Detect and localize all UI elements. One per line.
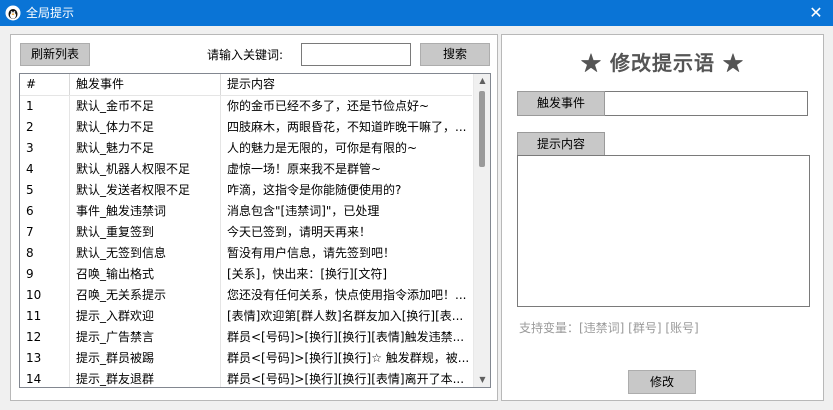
table-row[interactable]: 14 提示_群友退群 群员<[号码]>[换行][换行][表情]离开了本... — [20, 369, 472, 387]
row-content: 今天已签到，请明天再来！ — [220, 222, 472, 243]
row-content: 您还没有任何关系，快点使用指令添加吧！... — [220, 285, 472, 306]
column-header-index[interactable]: # — [20, 74, 69, 95]
editor-panel: ★ 修改提示语 ★ 触发事件 提示内容 支持变量：[违禁词] [群号] [账号]… — [501, 34, 824, 401]
table-row[interactable]: 5 默认_发送者权限不足 咋滴，这指令是你能随便使用的? — [20, 180, 472, 201]
row-index: 6 — [26, 204, 34, 218]
row-content: 四肢麻木，两眼昏花，不知道昨晚干嘛了，... — [220, 117, 472, 138]
search-button[interactable]: 搜索 — [420, 43, 490, 66]
row-event: 默认_无签到信息 — [69, 243, 220, 264]
table-row[interactable]: 12 提示_广告禁言 群员<[号码]>[换行][换行][表情]触发违禁... — [20, 327, 472, 348]
row-event: 召唤_输出格式 — [69, 264, 220, 285]
row-index: 3 — [26, 141, 34, 155]
search-input[interactable] — [301, 43, 411, 66]
title-bar: 全局提示 ✕ — [0, 0, 833, 26]
row-event: 默认_机器人权限不足 — [69, 159, 220, 180]
row-event: 提示_群友退群 — [69, 369, 220, 387]
refresh-list-button[interactable]: 刷新列表 — [20, 43, 90, 66]
row-content: [表情]欢迎第[群人数]名群友加入[换行][表... — [220, 306, 472, 327]
table-row[interactable]: 1 默认_金币不足 你的金币已经不多了，还是节俭点好~ — [20, 96, 472, 117]
search-label: 请输入关键词: — [207, 48, 284, 62]
row-event: 召唤_无关系提示 — [69, 285, 220, 306]
row-event: 提示_广告禁言 — [69, 327, 220, 348]
row-event: 默认_体力不足 — [69, 117, 220, 138]
editor-title: ★ 修改提示语 ★ — [581, 51, 744, 75]
row-content: [关系]，快出来：[换行][文符] — [220, 264, 472, 285]
row-event: 默认_发送者权限不足 — [69, 180, 220, 201]
event-label: 触发事件 — [517, 91, 605, 116]
row-event: 事件_触发违禁词 — [69, 201, 220, 222]
row-index: 12 — [26, 330, 42, 344]
row-index: 1 — [26, 99, 34, 113]
table-row[interactable]: 4 默认_机器人权限不足 虚惊一场！原来我不是群管~ — [20, 159, 472, 180]
table-row[interactable]: 6 事件_触发违禁词 消息包含"[违禁词]"，已处理 — [20, 201, 472, 222]
event-input[interactable] — [605, 91, 808, 116]
table-row[interactable]: 3 默认_魅力不足 人的魅力是无限的，可你是有限的~ — [20, 138, 472, 159]
content-textarea[interactable] — [517, 155, 810, 307]
row-content: 群员<[号码]>[换行][换行][表情]触发违禁... — [220, 327, 472, 348]
row-index: 7 — [26, 225, 34, 239]
table-row[interactable]: 7 默认_重复签到 今天已签到，请明天再来！ — [20, 222, 472, 243]
row-event: 默认_魅力不足 — [69, 138, 220, 159]
scroll-down-icon[interactable]: ▼ — [474, 373, 490, 387]
column-header-event[interactable]: 触发事件 — [69, 74, 220, 95]
table-scrollbar[interactable]: ▲ ▼ — [473, 74, 490, 387]
row-event: 默认_金币不足 — [69, 96, 220, 117]
column-header-content[interactable]: 提示内容 — [220, 74, 472, 95]
row-content: 咋滴，这指令是你能随便使用的? — [220, 180, 472, 201]
table-row[interactable]: 10 召唤_无关系提示 您还没有任何关系，快点使用指令添加吧！... — [20, 285, 472, 306]
app-icon — [5, 5, 21, 21]
row-content: 人的魅力是无限的，可你是有限的~ — [220, 138, 472, 159]
scroll-thumb[interactable] — [479, 91, 485, 167]
row-index: 11 — [26, 309, 42, 323]
supported-vars-hint: 支持变量：[违禁词] [群号] [账号] — [519, 321, 699, 335]
table-row[interactable]: 8 默认_无签到信息 暂没有用户信息，请先签到吧！ — [20, 243, 472, 264]
content-label: 提示内容 — [517, 132, 605, 156]
row-index: 9 — [26, 267, 34, 281]
row-index: 13 — [26, 351, 42, 365]
list-panel: 刷新列表 请输入关键词: 搜索 # 触发事件 提示内容 1 默认_金币不足 你的… — [10, 34, 498, 401]
row-index: 4 — [26, 162, 34, 176]
row-content: 群员<[号码]>[换行][换行]☆ 触发群规，被... — [220, 348, 472, 369]
prompt-table[interactable]: # 触发事件 提示内容 1 默认_金币不足 你的金币已经不多了，还是节俭点好~ … — [19, 73, 491, 388]
row-index: 8 — [26, 246, 34, 260]
table-row[interactable]: 2 默认_体力不足 四肢麻木，两眼昏花，不知道昨晚干嘛了，... — [20, 117, 472, 138]
row-content: 消息包含"[违禁词]"，已处理 — [220, 201, 472, 222]
row-content: 虚惊一场！原来我不是群管~ — [220, 159, 472, 180]
row-content: 群员<[号码]>[换行][换行][表情]离开了本... — [220, 369, 472, 387]
row-event: 默认_重复签到 — [69, 222, 220, 243]
row-index: 14 — [26, 372, 42, 386]
row-content: 你的金币已经不多了，还是节俭点好~ — [220, 96, 472, 117]
row-index: 5 — [26, 183, 34, 197]
table-row[interactable]: 13 提示_群员被踢 群员<[号码]>[换行][换行]☆ 触发群规，被... — [20, 348, 472, 369]
modify-button[interactable]: 修改 — [628, 370, 696, 394]
row-content: 暂没有用户信息，请先签到吧！ — [220, 243, 472, 264]
scroll-up-icon[interactable]: ▲ — [474, 74, 490, 88]
main-window: 全局提示 ✕ 刷新列表 请输入关键词: 搜索 # 触发事件 提示内容 1 默认_… — [0, 0, 833, 410]
table-row[interactable]: 11 提示_入群欢迎 [表情]欢迎第[群人数]名群友加入[换行][表... — [20, 306, 472, 327]
row-event: 提示_入群欢迎 — [69, 306, 220, 327]
close-icon[interactable]: ✕ — [807, 4, 825, 22]
window-title: 全局提示 — [26, 6, 75, 20]
row-event: 提示_群员被踢 — [69, 348, 220, 369]
row-index: 2 — [26, 120, 34, 134]
table-header: # 触发事件 提示内容 — [20, 74, 472, 96]
row-index: 10 — [26, 288, 42, 302]
table-row[interactable]: 9 召唤_输出格式 [关系]，快出来：[换行][文符] — [20, 264, 472, 285]
